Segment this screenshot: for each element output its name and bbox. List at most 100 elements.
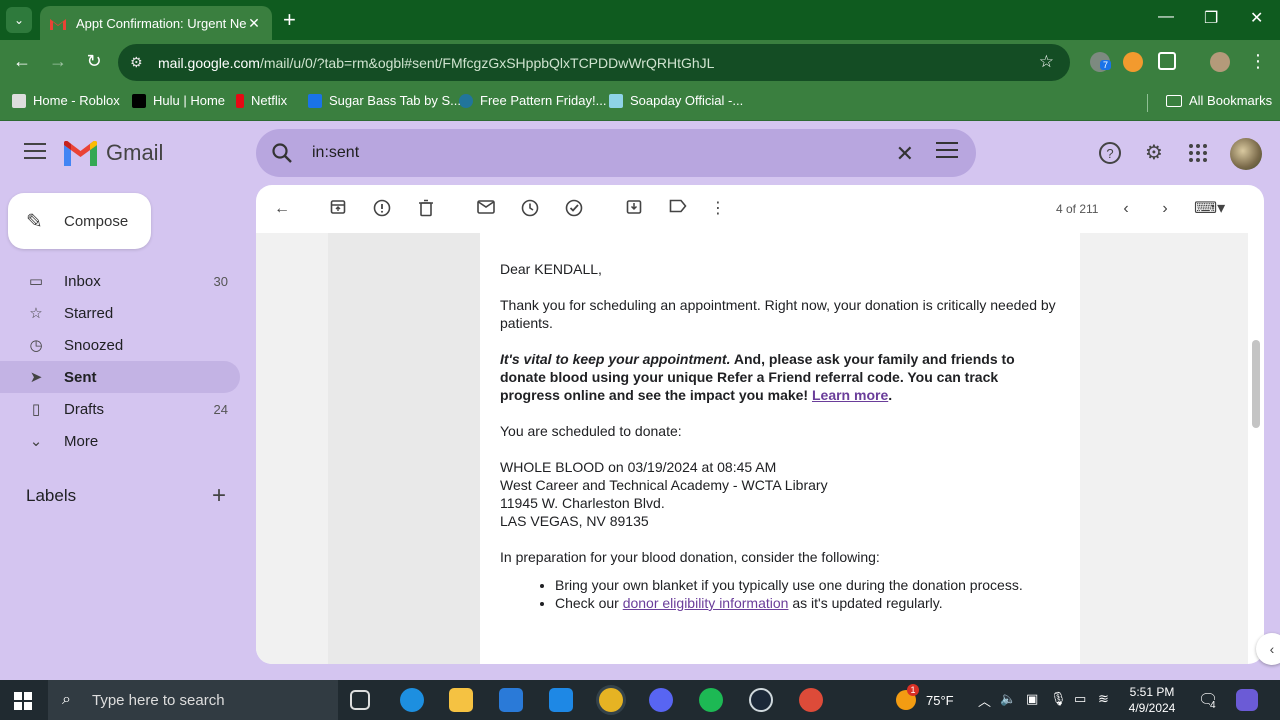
- extensions-puzzle-icon[interactable]: [1158, 52, 1176, 70]
- vertical-scrollbar[interactable]: [1252, 340, 1260, 428]
- nav-item-starred[interactable]: ☆ Starred: [0, 297, 240, 329]
- archive-icon[interactable]: [328, 199, 348, 219]
- mail-app-icon[interactable]: [549, 688, 573, 712]
- nav-item-snoozed[interactable]: ◷ Snoozed: [0, 329, 240, 361]
- clock-icon: ◷: [29, 337, 43, 354]
- browser-tab-strip: ⌄ Appt Confirmation: Urgent Need ✕ + — ❐…: [0, 0, 1280, 40]
- add-task-icon[interactable]: [564, 199, 584, 219]
- all-bookmarks-folder[interactable]: All Bookmarks: [1166, 93, 1272, 108]
- tray-chevron-up-icon[interactable]: ︿: [978, 691, 991, 710]
- edge-icon[interactable]: [400, 688, 424, 712]
- bookmarks-bar: Home - Roblox Hulu | Home Netflix Sugar …: [0, 85, 1280, 121]
- snooze-clock-icon[interactable]: [520, 199, 540, 219]
- task-view-icon[interactable]: [350, 690, 370, 710]
- taskbar-clock[interactable]: 5:51 PM 4/9/2024: [1122, 684, 1182, 716]
- move-to-icon[interactable]: [624, 199, 644, 219]
- browser-tab-active[interactable]: Appt Confirmation: Urgent Need ✕: [40, 6, 272, 40]
- reload-icon[interactable]: ↻: [82, 51, 106, 72]
- help-icon[interactable]: ?: [1098, 141, 1122, 165]
- close-window-icon[interactable]: ✕: [1250, 8, 1263, 28]
- bookmark-free-pattern[interactable]: Free Pattern Friday!...: [459, 93, 606, 108]
- pagination-text: 4 of 211: [1056, 202, 1099, 216]
- nav-item-sent[interactable]: ➤ Sent: [0, 361, 240, 393]
- microsoft-store-icon[interactable]: [499, 688, 523, 712]
- wifi-icon[interactable]: ≋: [1098, 691, 1109, 707]
- more-vert-icon[interactable]: ⋮: [708, 199, 728, 219]
- site-info-icon[interactable]: ⚙: [130, 54, 150, 71]
- windows-start-icon[interactable]: [14, 692, 32, 710]
- file-explorer-icon[interactable]: [449, 688, 473, 712]
- extension-fox-icon[interactable]: [1123, 52, 1143, 72]
- restore-icon[interactable]: ❐: [1204, 8, 1218, 28]
- gmail-m-icon: [64, 140, 97, 166]
- windows-taskbar: ⌕ Type here to search 1 75°F ︿ 🔈 ▣ 🎙 ▭ ≋…: [0, 680, 1280, 720]
- gmail-header: Gmail ✕ ? ⚙: [0, 121, 1280, 185]
- email-greeting: Dear KENDALL,: [500, 261, 602, 277]
- minimize-icon[interactable]: —: [1158, 8, 1174, 26]
- input-tools-keyboard-icon[interactable]: ⌨▾: [1194, 199, 1225, 219]
- delete-icon[interactable]: [416, 199, 436, 219]
- address-bar[interactable]: ⚙ mail.google.com/mail/u/0/?tab=rm&ogbl#…: [118, 44, 1070, 81]
- email-paragraph-vital: It's vital to keep your appointment. And…: [500, 351, 1015, 403]
- battery-icon[interactable]: ▭: [1074, 691, 1086, 707]
- discord-icon[interactable]: [649, 688, 673, 712]
- nav-item-drafts[interactable]: ▯ Drafts 24: [0, 393, 240, 425]
- settings-gear-icon[interactable]: ⚙: [1142, 141, 1166, 165]
- steam-icon[interactable]: [749, 688, 773, 712]
- gmail-logo[interactable]: Gmail: [64, 140, 163, 166]
- add-label-icon[interactable]: +: [212, 482, 226, 510]
- email-paragraph-1: Thank you for scheduling an appointment.…: [500, 297, 1056, 331]
- forward-icon[interactable]: →: [46, 51, 70, 72]
- main-menu-icon[interactable]: [24, 143, 46, 164]
- weather-icon[interactable]: 1: [896, 684, 919, 710]
- chevron-down-icon: ⌄: [29, 433, 43, 450]
- learn-more-link[interactable]: Learn more: [812, 387, 888, 403]
- volume-icon[interactable]: 🔈: [1000, 691, 1016, 707]
- netflix-icon: [236, 93, 244, 108]
- donor-eligibility-link[interactable]: donor eligibility information: [623, 595, 789, 611]
- roblox-icon: [12, 93, 26, 108]
- nav-item-inbox[interactable]: ▭ Inbox 30: [0, 265, 240, 297]
- extension-icon[interactable]: 7: [1090, 52, 1112, 72]
- bookmark-roblox[interactable]: Home - Roblox: [12, 93, 120, 108]
- new-tab-button[interactable]: +: [283, 8, 296, 32]
- spotify-icon[interactable]: [699, 688, 723, 712]
- mark-unread-icon[interactable]: [476, 199, 496, 219]
- tab-search-button[interactable]: ⌄: [6, 7, 32, 33]
- drafts-count: 24: [213, 401, 228, 417]
- soapday-icon: [609, 93, 623, 108]
- labels-heading: Labels: [26, 486, 77, 505]
- bookmark-netflix[interactable]: Netflix: [236, 93, 287, 108]
- clear-search-icon[interactable]: ✕: [896, 141, 914, 167]
- bookmark-sugar-bass[interactable]: Sugar Bass Tab by S...: [308, 93, 461, 108]
- bookmark-star-icon[interactable]: ☆: [1039, 52, 1054, 72]
- copilot-icon[interactable]: [1236, 689, 1258, 711]
- microphone-icon[interactable]: 🎙: [1050, 691, 1067, 707]
- label-icon[interactable]: [668, 199, 688, 219]
- back-icon[interactable]: ←: [10, 51, 34, 72]
- report-spam-icon[interactable]: [372, 199, 392, 219]
- apps-grid-icon[interactable]: [1186, 141, 1210, 165]
- account-avatar[interactable]: [1230, 138, 1262, 170]
- chrome-icon[interactable]: [599, 688, 623, 712]
- compose-button[interactable]: ✎ Compose: [8, 193, 151, 249]
- taskbar-search-box[interactable]: ⌕ Type here to search: [48, 680, 338, 720]
- draft-icon: ▯: [31, 401, 41, 418]
- side-panel-toggle-icon[interactable]: ‹: [1256, 633, 1280, 665]
- search-options-icon[interactable]: [936, 142, 958, 163]
- bookmark-soapday[interactable]: Soapday Official -...: [609, 93, 743, 108]
- search-input[interactable]: [312, 144, 872, 162]
- search-icon[interactable]: [270, 141, 294, 165]
- close-tab-icon[interactable]: ✕: [246, 15, 262, 32]
- profile-avatar-icon[interactable]: [1210, 52, 1230, 72]
- chrome-profile-icon[interactable]: [799, 688, 823, 712]
- back-to-list-icon[interactable]: ←: [272, 199, 292, 219]
- nav-item-more[interactable]: ⌄ More: [0, 425, 240, 457]
- older-chevron-icon[interactable]: ›: [1155, 199, 1175, 219]
- send-icon: ➤: [29, 369, 43, 386]
- meet-now-icon[interactable]: ▣: [1026, 691, 1038, 707]
- chrome-menu-icon[interactable]: ⋮: [1246, 51, 1270, 72]
- bookmark-hulu[interactable]: Hulu | Home: [132, 93, 225, 108]
- pencil-icon: ✎: [26, 210, 43, 233]
- newer-chevron-icon[interactable]: ‹: [1116, 199, 1136, 219]
